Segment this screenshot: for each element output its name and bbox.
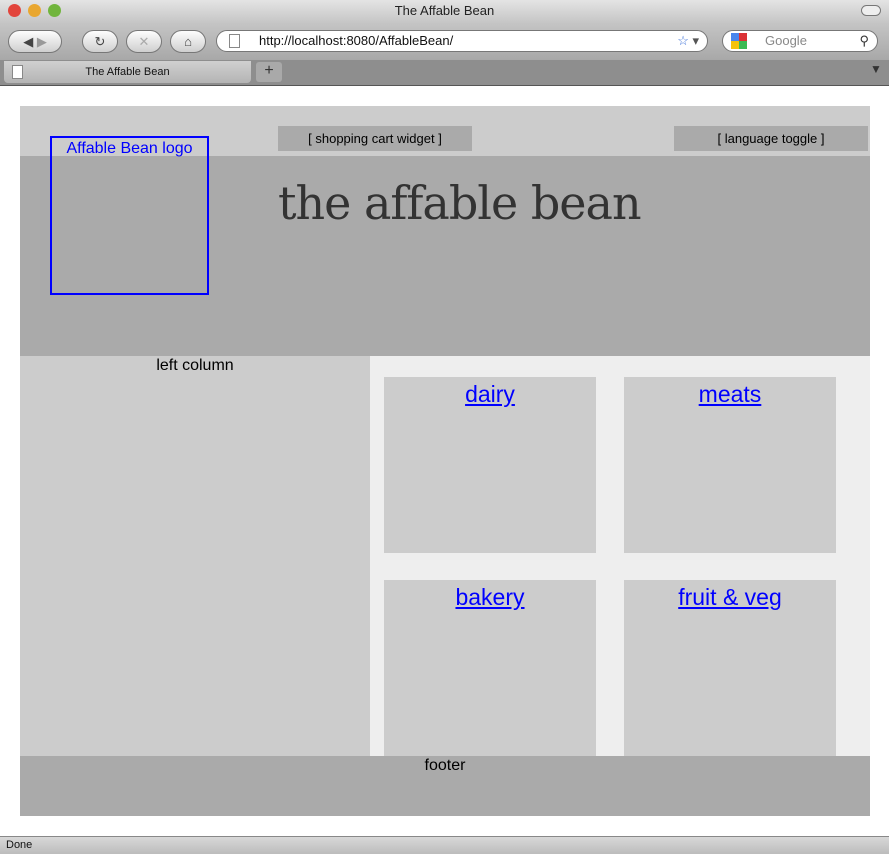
toolbar-toggle-icon[interactable] bbox=[861, 5, 881, 16]
category-fruit-veg[interactable]: fruit & veg bbox=[624, 580, 836, 756]
category-link[interactable]: meats bbox=[699, 381, 762, 407]
bookmark-star-icon[interactable]: ☆ ▾ bbox=[677, 31, 699, 51]
window-titlebar: The Affable Bean bbox=[0, 0, 889, 24]
search-placeholder: Google bbox=[765, 33, 807, 48]
google-icon[interactable] bbox=[731, 33, 747, 49]
minimize-window-icon[interactable] bbox=[28, 4, 41, 17]
category-meats[interactable]: meats bbox=[624, 377, 836, 553]
url-text: http://localhost:8080/AffableBean/ bbox=[259, 33, 454, 48]
category-link[interactable]: bakery bbox=[455, 584, 524, 610]
url-bar[interactable]: http://localhost:8080/AffableBean/ ☆ ▾ bbox=[216, 30, 708, 52]
search-icon[interactable]: ⚲ bbox=[859, 31, 869, 51]
tab-affable-bean[interactable]: The Affable Bean bbox=[4, 61, 251, 83]
close-window-icon[interactable] bbox=[8, 4, 21, 17]
forward-icon[interactable]: ▶ bbox=[37, 34, 47, 49]
back-icon[interactable]: ◀ bbox=[23, 34, 33, 49]
language-toggle[interactable]: [ language toggle ] bbox=[674, 126, 868, 151]
stop-button[interactable]: ✕ bbox=[126, 30, 162, 53]
category-link[interactable]: dairy bbox=[465, 381, 515, 407]
back-forward-button[interactable]: ◀ ▶ bbox=[8, 30, 62, 53]
home-icon: ⌂ bbox=[184, 34, 192, 49]
zoom-window-icon[interactable] bbox=[48, 4, 61, 17]
reload-button[interactable]: ↻ bbox=[82, 30, 118, 53]
left-column: left column bbox=[20, 356, 370, 756]
category-bakery[interactable]: bakery bbox=[384, 580, 596, 756]
reload-icon: ↻ bbox=[94, 34, 106, 49]
site-title: the affable bean bbox=[278, 176, 642, 230]
status-text: Done bbox=[6, 839, 33, 851]
page-icon bbox=[12, 65, 23, 79]
stop-icon: ✕ bbox=[138, 34, 150, 49]
logo-placeholder[interactable]: Affable Bean logo bbox=[50, 136, 209, 295]
tab-title: The Affable Bean bbox=[85, 66, 170, 78]
category-link[interactable]: fruit & veg bbox=[678, 584, 782, 610]
category-dairy[interactable]: dairy bbox=[384, 377, 596, 553]
shopping-cart-widget[interactable]: [ shopping cart widget ] bbox=[278, 126, 472, 151]
home-button[interactable]: ⌂ bbox=[170, 30, 206, 53]
footer: footer bbox=[20, 756, 870, 816]
tab-list-icon[interactable]: ▼ bbox=[866, 62, 886, 82]
search-input[interactable]: Google ⚲ bbox=[722, 30, 878, 52]
window-title: The Affable Bean bbox=[394, 3, 495, 18]
new-tab-button[interactable]: + bbox=[256, 62, 282, 82]
status-bar: Done bbox=[0, 836, 889, 854]
page-icon bbox=[229, 34, 240, 48]
